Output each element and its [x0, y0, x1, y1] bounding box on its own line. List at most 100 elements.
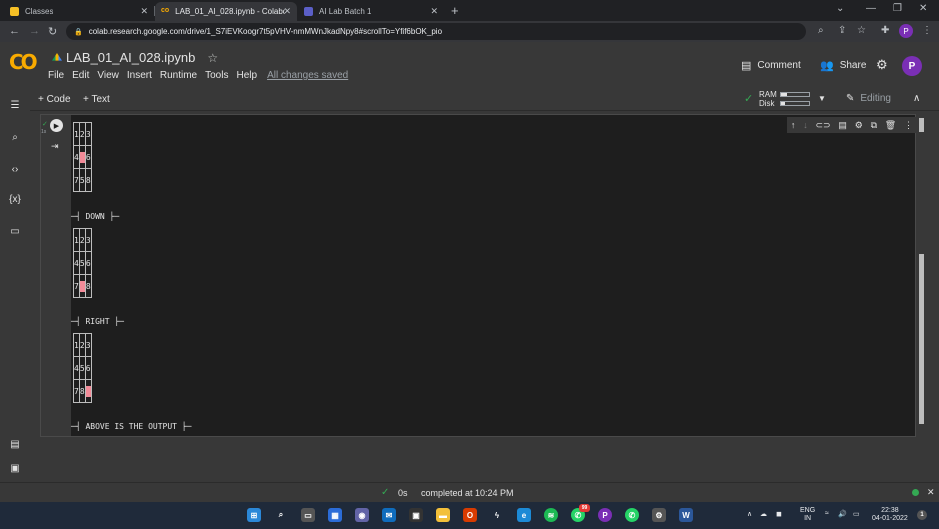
minimize-icon[interactable]: —: [866, 3, 876, 14]
close-icon[interactable]: ✕: [430, 6, 438, 17]
terminal-app-icon[interactable]: ϟ: [490, 508, 504, 522]
store-icon[interactable]: ▣: [409, 508, 423, 522]
volume-icon[interactable]: 🔊: [838, 510, 847, 518]
add-text-button[interactable]: + Text: [83, 94, 110, 105]
collapse-header-icon[interactable]: ∧: [913, 93, 920, 104]
user-avatar[interactable]: P: [902, 56, 922, 76]
reload-icon[interactable]: ↻: [48, 25, 57, 38]
menu-insert[interactable]: Insert: [127, 70, 152, 81]
save-status[interactable]: All changes saved: [267, 70, 348, 81]
zoom-icon[interactable]: ⌕: [818, 25, 824, 36]
settings-gear-icon[interactable]: ⚙: [652, 508, 666, 522]
terminal-icon[interactable]: ▣: [7, 463, 23, 474]
share-page-icon[interactable]: ⇪: [838, 25, 846, 36]
chrome-icon[interactable]: P: [598, 508, 612, 522]
tab-ai-lab-batch[interactable]: AI Lab Batch 1 ✕: [298, 2, 444, 21]
elapsed-time[interactable]: 0s: [398, 488, 408, 498]
output-actions-icon[interactable]: ⇥: [51, 141, 59, 152]
settings-gear-icon[interactable]: ⚙: [876, 57, 888, 73]
more-options-icon[interactable]: ⋮: [904, 120, 913, 131]
colab-logo[interactable]: CO: [9, 50, 38, 74]
notebook-title[interactable]: LAB_01_AI_028.ipynb: [66, 50, 195, 65]
puzzle-grid-down: 1 2 3 4 5 6 7 8: [73, 228, 92, 298]
back-icon[interactable]: ←: [9, 25, 20, 37]
link-icon[interactable]: ⊂⊃: [815, 120, 830, 131]
language-indicator[interactable]: ENG IN: [800, 507, 815, 523]
code-cell[interactable]: ✓ 1s ▶ ⇥ 1 2 3 4 6 7 5 8 ─┤ DOWN ├─ 1 2 …: [40, 114, 917, 437]
spotify-icon[interactable]: ≋: [544, 508, 558, 522]
comment-button[interactable]: ▤ Comment: [741, 59, 801, 72]
windows-taskbar: ⊞ ⌕ ▭ ▦ ◉ ✉ ▣ ▬ O ϟ e ≋ ✆ 99 P ✆ ⚙ W ∧ ☁…: [0, 502, 939, 529]
pencil-icon: ✎: [846, 93, 855, 104]
tab-label: Classes: [25, 7, 54, 16]
clock[interactable]: 22:38 04-01-2022: [872, 507, 908, 523]
cloud-icon[interactable]: ☁: [760, 510, 767, 518]
restore-icon[interactable]: ❐: [893, 3, 902, 14]
editing-mode-button[interactable]: ✎ Editing: [846, 93, 891, 104]
move-cell-down-icon[interactable]: ↓: [803, 120, 808, 130]
search-icon[interactable]: ⌕: [274, 508, 288, 522]
blank-tile-marker: [79, 280, 85, 292]
scrollbar-thumb-top[interactable]: [919, 118, 924, 132]
mail-icon[interactable]: ✉: [382, 508, 396, 522]
url-field[interactable]: 🔒 colab.research.google.com/drive/1_S7iE…: [66, 23, 806, 40]
office-icon[interactable]: O: [463, 508, 477, 522]
widgets-icon[interactable]: ▦: [328, 508, 342, 522]
extensions-icon[interactable]: ✚: [881, 25, 889, 36]
menu-file[interactable]: File: [48, 70, 64, 81]
menu-view[interactable]: View: [97, 70, 119, 81]
add-comment-icon[interactable]: ▤: [838, 120, 847, 131]
execution-time: 1s: [41, 129, 47, 135]
bookmark-star-icon[interactable]: ☆: [857, 25, 866, 36]
cell-settings-icon[interactable]: ⚙: [855, 120, 863, 131]
chevron-down-icon[interactable]: ▼: [818, 94, 826, 103]
move-cell-up-icon[interactable]: ↑: [791, 120, 796, 130]
browser-menu-icon[interactable]: ⋮: [922, 25, 932, 36]
notebook-scrollbar[interactable]: [917, 114, 926, 437]
menu-runtime[interactable]: Runtime: [160, 70, 197, 81]
code-snippets-icon[interactable]: ‹›: [7, 164, 23, 175]
whatsapp-desktop-icon[interactable]: ✆: [625, 508, 639, 522]
table-of-contents-icon[interactable]: ☰: [7, 100, 23, 111]
window-close-icon[interactable]: ✕: [919, 3, 927, 14]
menu-tools[interactable]: Tools: [205, 70, 228, 81]
wifi-icon[interactable]: ≈: [825, 510, 829, 517]
tab-search-icon[interactable]: ⌄: [836, 3, 844, 14]
menu-edit[interactable]: Edit: [72, 70, 89, 81]
edge-browser-icon[interactable]: e: [517, 508, 531, 522]
close-status-icon[interactable]: ✕: [927, 487, 935, 498]
menu-bar: File Edit View Insert Runtime Tools Help…: [48, 70, 356, 81]
tray-overflow-icon[interactable]: ∧: [747, 510, 752, 518]
forward-icon[interactable]: →: [29, 25, 40, 37]
completion-status[interactable]: completed at 10:24 PM: [421, 488, 514, 498]
files-folder-icon[interactable]: ▭: [7, 226, 23, 237]
mirror-cell-icon[interactable]: ⧉: [871, 120, 877, 131]
delete-icon[interactable]: 🗑: [885, 120, 896, 131]
variables-icon[interactable]: {x}: [7, 194, 23, 205]
share-button[interactable]: 👥 Share: [820, 59, 866, 72]
add-code-button[interactable]: + Code: [38, 94, 71, 105]
command-palette-icon[interactable]: ▤: [7, 439, 23, 450]
menu-help[interactable]: Help: [236, 70, 257, 81]
notification-count[interactable]: 1: [917, 510, 927, 520]
word-icon[interactable]: W: [679, 508, 693, 522]
search-icon[interactable]: ⌕: [7, 132, 23, 143]
task-view-icon[interactable]: ▭: [301, 508, 315, 522]
star-icon[interactable]: ☆: [207, 51, 218, 65]
close-icon[interactable]: ✕: [140, 6, 148, 17]
resource-monitor[interactable]: ✓ RAM Disk ▼: [742, 88, 852, 111]
scrollbar-thumb[interactable]: [919, 254, 924, 424]
app-tray-icon[interactable]: ◼: [776, 510, 782, 518]
file-explorer-icon[interactable]: ▬: [436, 508, 450, 522]
run-cell-button[interactable]: ▶: [50, 119, 63, 132]
new-tab-button[interactable]: +: [451, 3, 459, 18]
tab-classes[interactable]: Classes ✕: [4, 2, 154, 21]
connection-status-dot[interactable]: [912, 489, 919, 496]
battery-icon[interactable]: ▭: [853, 510, 860, 518]
windows-start-icon[interactable]: ⊞: [247, 508, 261, 522]
close-icon[interactable]: ✕: [283, 6, 291, 17]
chat-icon[interactable]: ◉: [355, 508, 369, 522]
browser-profile-avatar[interactable]: P: [899, 24, 913, 38]
tab-colab-notebook[interactable]: co LAB_01_AI_028.ipynb - Colaborat ✕: [155, 2, 297, 21]
teams-icon: [304, 7, 313, 16]
